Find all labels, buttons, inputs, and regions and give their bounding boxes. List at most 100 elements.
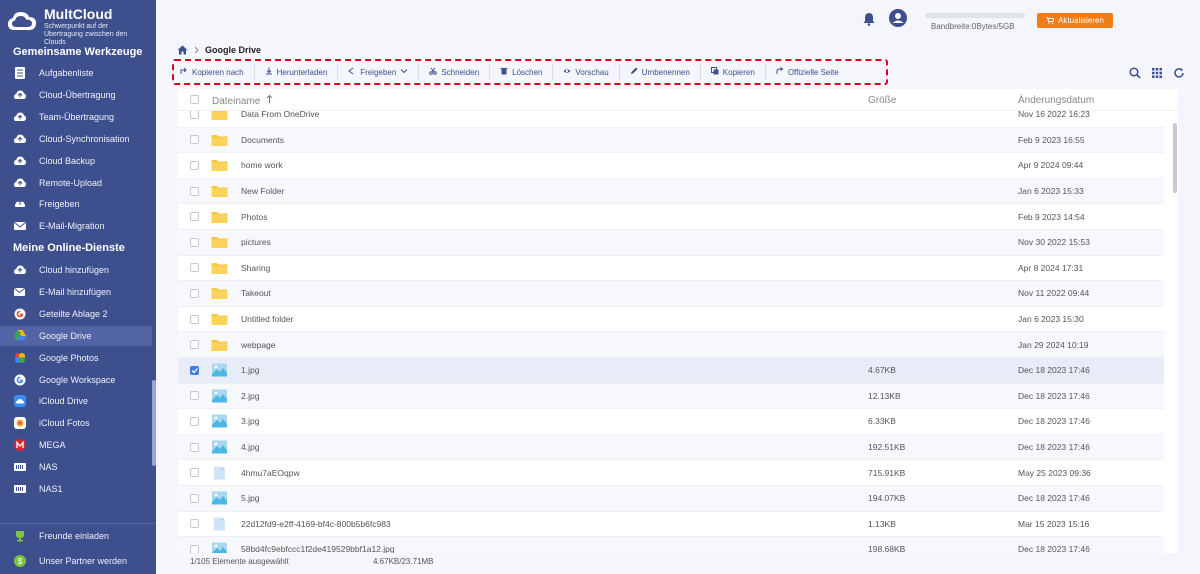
- row-checkbox[interactable]: [190, 416, 199, 426]
- file-name[interactable]: 5.jpg: [241, 493, 259, 503]
- toolbar-button-freigeben[interactable]: Freigeben: [338, 65, 420, 79]
- file-name[interactable]: New Folder: [241, 186, 284, 196]
- row-checkbox[interactable]: [190, 391, 199, 401]
- row-checkbox[interactable]: [190, 544, 199, 553]
- sidebar-item-freigeben[interactable]: Freigeben: [0, 194, 152, 214]
- sidebar-item-nas[interactable]: NAS: [0, 457, 152, 477]
- row-checkbox[interactable]: [190, 519, 199, 529]
- upgrade-button[interactable]: Aktualisieren: [1037, 13, 1113, 28]
- sidebar-scrollbar[interactable]: [152, 380, 156, 466]
- sidebar-item-mega[interactable]: MEGA: [0, 435, 152, 455]
- table-row[interactable]: home work Apr 9 2024 09:44: [178, 153, 1164, 179]
- sidebar-item-icloud-drive[interactable]: iCloud Drive: [0, 391, 152, 411]
- table-row[interactable]: 3.jpg 6.33KB Dec 18 2023 17:46: [178, 409, 1164, 435]
- table-row[interactable]: pictures Nov 30 2022 15:53: [178, 229, 1164, 256]
- grid-view-icon[interactable]: [1151, 66, 1163, 78]
- avatar[interactable]: [889, 9, 907, 27]
- sidebar-item-aufgabenliste[interactable]: Aufgabenliste: [0, 63, 152, 83]
- toolbar-button-label: Freigeben: [360, 67, 397, 77]
- breadcrumb-current[interactable]: Google Drive: [205, 45, 261, 55]
- table-row[interactable]: New Folder Jan 6 2023 15:33: [178, 178, 1164, 205]
- row-checkbox[interactable]: [190, 263, 199, 273]
- table-row[interactable]: 5.jpg 194.07KB Dec 18 2023 17:46: [178, 485, 1164, 512]
- file-name[interactable]: 22d12fd9-e2ff-4169-bf4c-800b5b6fc983: [241, 519, 391, 529]
- table-row[interactable]: Takeout Nov 11 2022 09:44: [178, 281, 1164, 307]
- col-size-header[interactable]: Größe: [868, 95, 896, 106]
- row-checkbox[interactable]: [190, 212, 199, 222]
- file-name[interactable]: Takeout: [241, 288, 271, 298]
- col-date-header[interactable]: Änderungsdatum: [1018, 95, 1094, 106]
- col-name-header[interactable]: Dateiname: [212, 94, 273, 107]
- sidebar-item-google-drive[interactable]: Google Drive: [0, 325, 152, 346]
- sidebar-item-icloud-fotos[interactable]: iCloud Fotos: [0, 413, 152, 433]
- sidebar-item-cloud-synchronisation[interactable]: Cloud-Synchronisation: [0, 129, 152, 149]
- file-date: May 25 2023 09:36: [1018, 467, 1091, 478]
- bell-icon[interactable]: [862, 12, 876, 26]
- row-checkbox[interactable]: [190, 186, 199, 196]
- table-row[interactable]: 1.jpg 4.67KB Dec 18 2023 17:46: [178, 357, 1164, 384]
- row-checkbox[interactable]: [190, 493, 199, 503]
- file-name[interactable]: pictures: [241, 237, 271, 247]
- row-checkbox[interactable]: [190, 442, 199, 452]
- toolbar-button-herunterladen[interactable]: Herunterladen: [255, 65, 339, 79]
- refresh-icon[interactable]: [1173, 66, 1185, 78]
- sidebar-item-cloud-übertragung[interactable]: Cloud-Übertragung: [0, 85, 152, 105]
- file-name[interactable]: 3.jpg: [241, 416, 259, 426]
- toolbar-button-schneiden[interactable]: Schneiden: [419, 65, 491, 79]
- brand[interactable]: MultCloud Schwerpunkt auf der Übertragun…: [0, 0, 156, 46]
- toolbar-button-vorschau[interactable]: Vorschau: [553, 65, 620, 79]
- row-checkbox[interactable]: [190, 135, 199, 145]
- sidebar-item-team-übertragung[interactable]: Team-Übertragung: [0, 107, 152, 127]
- sidebar-item-remote-upload[interactable]: Remote-Upload: [0, 173, 152, 193]
- toolbar-button-umbenennen[interactable]: Umbenennen: [620, 65, 701, 79]
- file-name[interactable]: Sharing: [241, 263, 270, 273]
- table-scrollbar[interactable]: [1173, 123, 1177, 193]
- table-row[interactable]: 4hmu7aEOqpw 715.91KB May 25 2023 09:36: [178, 460, 1164, 486]
- sidebar-item-nas1[interactable]: NAS1: [0, 479, 152, 499]
- select-all-checkbox[interactable]: [190, 95, 199, 104]
- sidebar-item-freunde-einladen[interactable]: Freunde einladen: [0, 526, 152, 546]
- row-checkbox[interactable]: [190, 340, 199, 350]
- row-checkbox[interactable]: [190, 109, 199, 119]
- sidebar-item-google-photos[interactable]: Google Photos: [0, 348, 152, 368]
- file-name[interactable]: webpage: [241, 340, 276, 350]
- sidebar-item-unser-partner-werden[interactable]: $ Unser Partner werden: [0, 551, 152, 571]
- toolbar-button-löschen[interactable]: Löschen: [490, 65, 554, 79]
- sidebar-item-e-mail-migration[interactable]: E-Mail-Migration: [0, 216, 152, 236]
- file-name[interactable]: Untitled folder: [241, 314, 293, 324]
- sidebar-item-e-mail-hinzufügen[interactable]: E-Mail hinzufügen: [0, 282, 152, 302]
- file-name[interactable]: 4hmu7aEOqpw: [241, 468, 300, 478]
- table-row[interactable]: Untitled folder Jan 6 2023 15:30: [178, 307, 1164, 333]
- home-icon[interactable]: [177, 45, 188, 55]
- row-checkbox[interactable]: [190, 468, 199, 478]
- toolbar-button-kopieren[interactable]: Kopieren: [701, 65, 766, 79]
- table-row[interactable]: Documents Feb 9 2023 16:55: [178, 127, 1164, 154]
- row-checkbox[interactable]: [190, 237, 199, 247]
- table-row[interactable]: webpage Jan 29 2024 10:19: [178, 332, 1164, 358]
- file-name[interactable]: 2.jpg: [241, 391, 259, 401]
- table-row[interactable]: 2.jpg 12.13KB Dec 18 2023 17:46: [178, 383, 1164, 410]
- row-checkbox[interactable]: [190, 288, 199, 298]
- file-name[interactable]: home work: [241, 160, 283, 170]
- sidebar-item-geteilte-ablage-2[interactable]: Geteilte Ablage 2: [0, 304, 152, 324]
- file-name[interactable]: 4.jpg: [241, 442, 259, 452]
- toolbar-button-offizielle-seite[interactable]: Offizielle Seite: [766, 65, 849, 79]
- search-icon[interactable]: [1129, 66, 1141, 79]
- table-row[interactable]: Sharing Apr 8 2024 17:31: [178, 256, 1164, 282]
- file-name[interactable]: 1.jpg: [241, 365, 259, 375]
- sidebar-item-cloud-hinzufügen[interactable]: Cloud hinzufügen: [0, 260, 152, 280]
- sidebar-item-label: Google Workspace: [39, 374, 116, 385]
- file-name[interactable]: Photos: [241, 212, 267, 222]
- file-name[interactable]: 58bd4fc9ebfccc1f2de419529bbf1a12.jpg: [241, 544, 395, 553]
- sidebar-item-cloud-backup[interactable]: Cloud Backup: [0, 151, 152, 171]
- toolbar-button-kopieren-nach[interactable]: Kopieren nach: [180, 65, 255, 79]
- row-checkbox[interactable]: [190, 160, 199, 170]
- table-row[interactable]: 58bd4fc9ebfccc1f2de419529bbf1a12.jpg 198.…: [178, 537, 1164, 553]
- row-checkbox[interactable]: [190, 314, 199, 324]
- table-row[interactable]: Photos Feb 9 2023 14:54: [178, 204, 1164, 230]
- table-row[interactable]: 22d12fd9-e2ff-4169-bf4c-800b5b6fc983 1.13…: [178, 512, 1164, 538]
- row-checkbox[interactable]: [190, 365, 199, 375]
- sidebar-item-google-workspace[interactable]: Google Workspace: [0, 370, 152, 390]
- table-row[interactable]: 4.jpg 192.51KB Dec 18 2023 17:46: [178, 434, 1164, 461]
- file-name[interactable]: Documents: [241, 135, 284, 145]
